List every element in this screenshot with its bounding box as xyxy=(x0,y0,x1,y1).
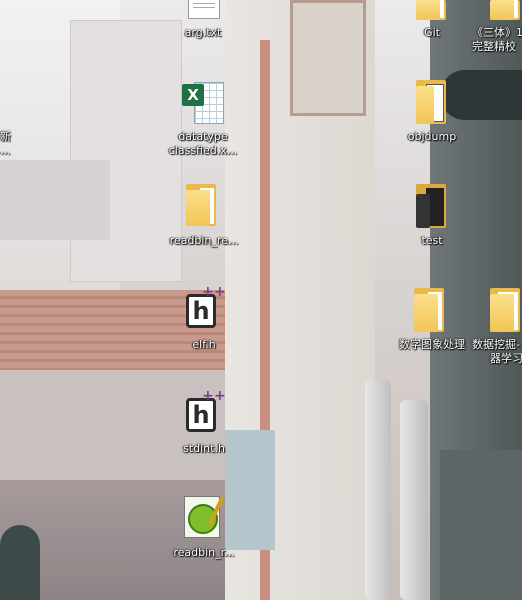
icon-label: stdint.h xyxy=(183,442,225,455)
wallpaper-pipe-2 xyxy=(400,400,428,600)
desktop-icon-readbin-re-folder[interactable]: readbin_re... xyxy=(166,184,242,250)
icon-label-line2: 完整精校 xyxy=(472,40,516,53)
icon-label-line2: classfied.x... xyxy=(168,144,238,157)
folder-icon xyxy=(490,288,522,332)
header-file-icon: h + + xyxy=(186,285,230,330)
desktop-icon-git-folder[interactable]: Git xyxy=(400,0,464,42)
folder-icon xyxy=(416,0,450,20)
icon-label: readbin_r... xyxy=(173,546,235,559)
folder-icon xyxy=(414,288,448,332)
desktop-icon-arg-txt[interactable]: arg.txt xyxy=(170,0,236,46)
desktop-icon-digital-image-folder[interactable]: 数字图象处理 xyxy=(392,288,472,354)
icon-label-line1: 《三体》1 xyxy=(472,26,522,39)
folder-icon xyxy=(186,184,220,226)
icon-label: readbin_re... xyxy=(169,234,239,247)
icon-label: elf.h xyxy=(192,338,216,351)
icon-label-line2: 器学习 xyxy=(490,352,522,365)
desktop-icon-data-mining-folder[interactable]: 数据挖掘- 器学习 xyxy=(472,288,522,372)
desktop-icon-readbin-r-file[interactable]: readbin_r... xyxy=(166,494,242,562)
header-file-icon: h + + xyxy=(186,389,230,434)
folder-icon xyxy=(416,184,450,228)
icon-label: 数字图象处理 xyxy=(399,338,465,351)
desktop-icon-stdint-h[interactable]: h + + stdint.h xyxy=(174,389,234,458)
icon-label: 数据挖掘- 器学习 xyxy=(472,338,522,366)
icon-label: Git xyxy=(424,26,440,39)
excel-file-icon: X xyxy=(182,80,226,126)
folder-icon xyxy=(490,0,522,20)
partial-desktop-label[interactable]: 新 ... xyxy=(0,130,14,158)
icon-label: objdump xyxy=(407,130,457,143)
partial-label-line2: ... xyxy=(0,144,11,157)
desktop-icon-santi-folder[interactable]: 《三体》1 完整精校 xyxy=(472,0,522,60)
folder-icon xyxy=(416,80,450,124)
icon-label: datatype classfied.x... xyxy=(166,130,240,158)
partial-label-line1: 新 xyxy=(0,130,11,143)
text-file-icon xyxy=(188,0,220,19)
icon-label-line1: datatype xyxy=(178,130,228,143)
icon-label-line1: 数据挖掘- xyxy=(472,338,520,351)
desktop-icon-datatype-classfied[interactable]: X datatype classfied.x... xyxy=(166,80,240,164)
notepad-plus-plus-icon xyxy=(184,496,225,538)
icon-label: test xyxy=(421,234,443,247)
desktop-icon-test-folder[interactable]: test xyxy=(398,184,466,250)
wallpaper-right-lower xyxy=(440,450,522,600)
desktop-icon-elf-h[interactable]: h + + elf.h xyxy=(174,285,234,354)
wallpaper-balcony xyxy=(0,160,110,240)
wallpaper-window xyxy=(290,0,366,116)
wallpaper-foreground-shape xyxy=(0,525,40,600)
icon-label: 《三体》1 完整精校 xyxy=(472,26,522,54)
desktop-icon-objdump-folder[interactable]: objdump xyxy=(398,80,466,146)
icon-label: arg.txt xyxy=(184,26,222,39)
wallpaper-pipe xyxy=(365,380,391,600)
